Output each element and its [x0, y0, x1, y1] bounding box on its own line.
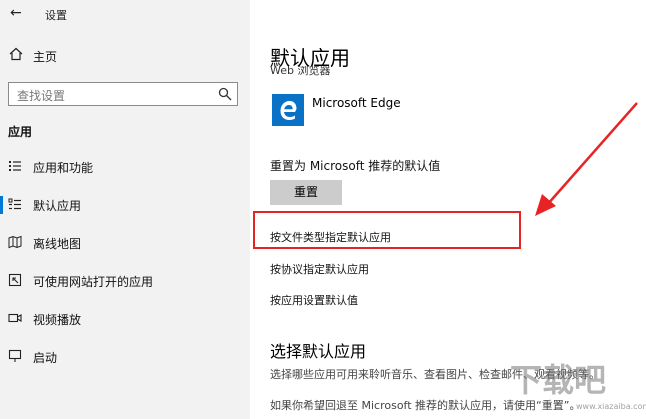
watermark-url: www.xiazaiba.com [576, 402, 646, 411]
watermark-logo: 下载吧 [510, 361, 607, 399]
